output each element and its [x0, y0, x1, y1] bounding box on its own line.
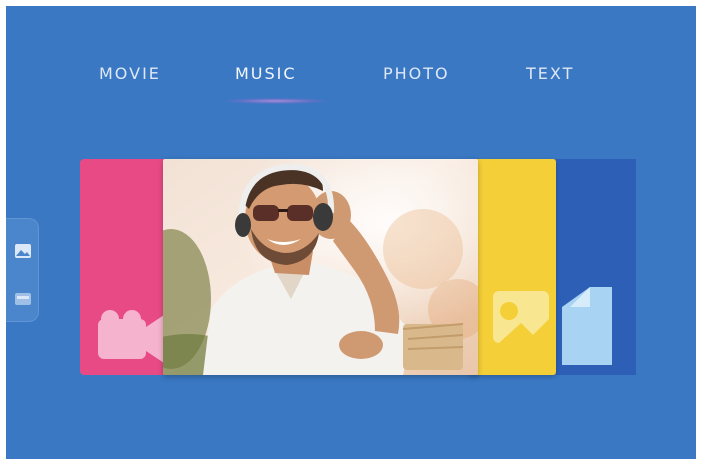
active-tab-indicator — [224, 98, 328, 104]
tab-music[interactable]: MUSIC — [235, 64, 297, 83]
tab-text[interactable]: TEXT — [526, 64, 574, 83]
tab-photo[interactable]: PHOTO — [383, 64, 450, 83]
man-with-headphones-photo — [163, 159, 478, 375]
picture-icon[interactable] — [14, 243, 32, 259]
picture-icon — [493, 291, 549, 343]
photo-card[interactable] — [471, 159, 556, 375]
category-tabs: MOVIE MUSIC PHOTO TEXT — [6, 64, 696, 104]
side-panel — [6, 218, 39, 322]
music-card[interactable] — [163, 159, 478, 375]
text-card[interactable] — [556, 159, 636, 375]
movie-camera-icon — [98, 310, 164, 363]
movie-card[interactable] — [80, 159, 176, 375]
document-icon — [562, 287, 612, 365]
folder-icon[interactable] — [14, 291, 32, 307]
media-home-screen: MOVIE MUSIC PHOTO TEXT — [6, 6, 696, 459]
tab-movie[interactable]: MOVIE — [99, 64, 161, 83]
